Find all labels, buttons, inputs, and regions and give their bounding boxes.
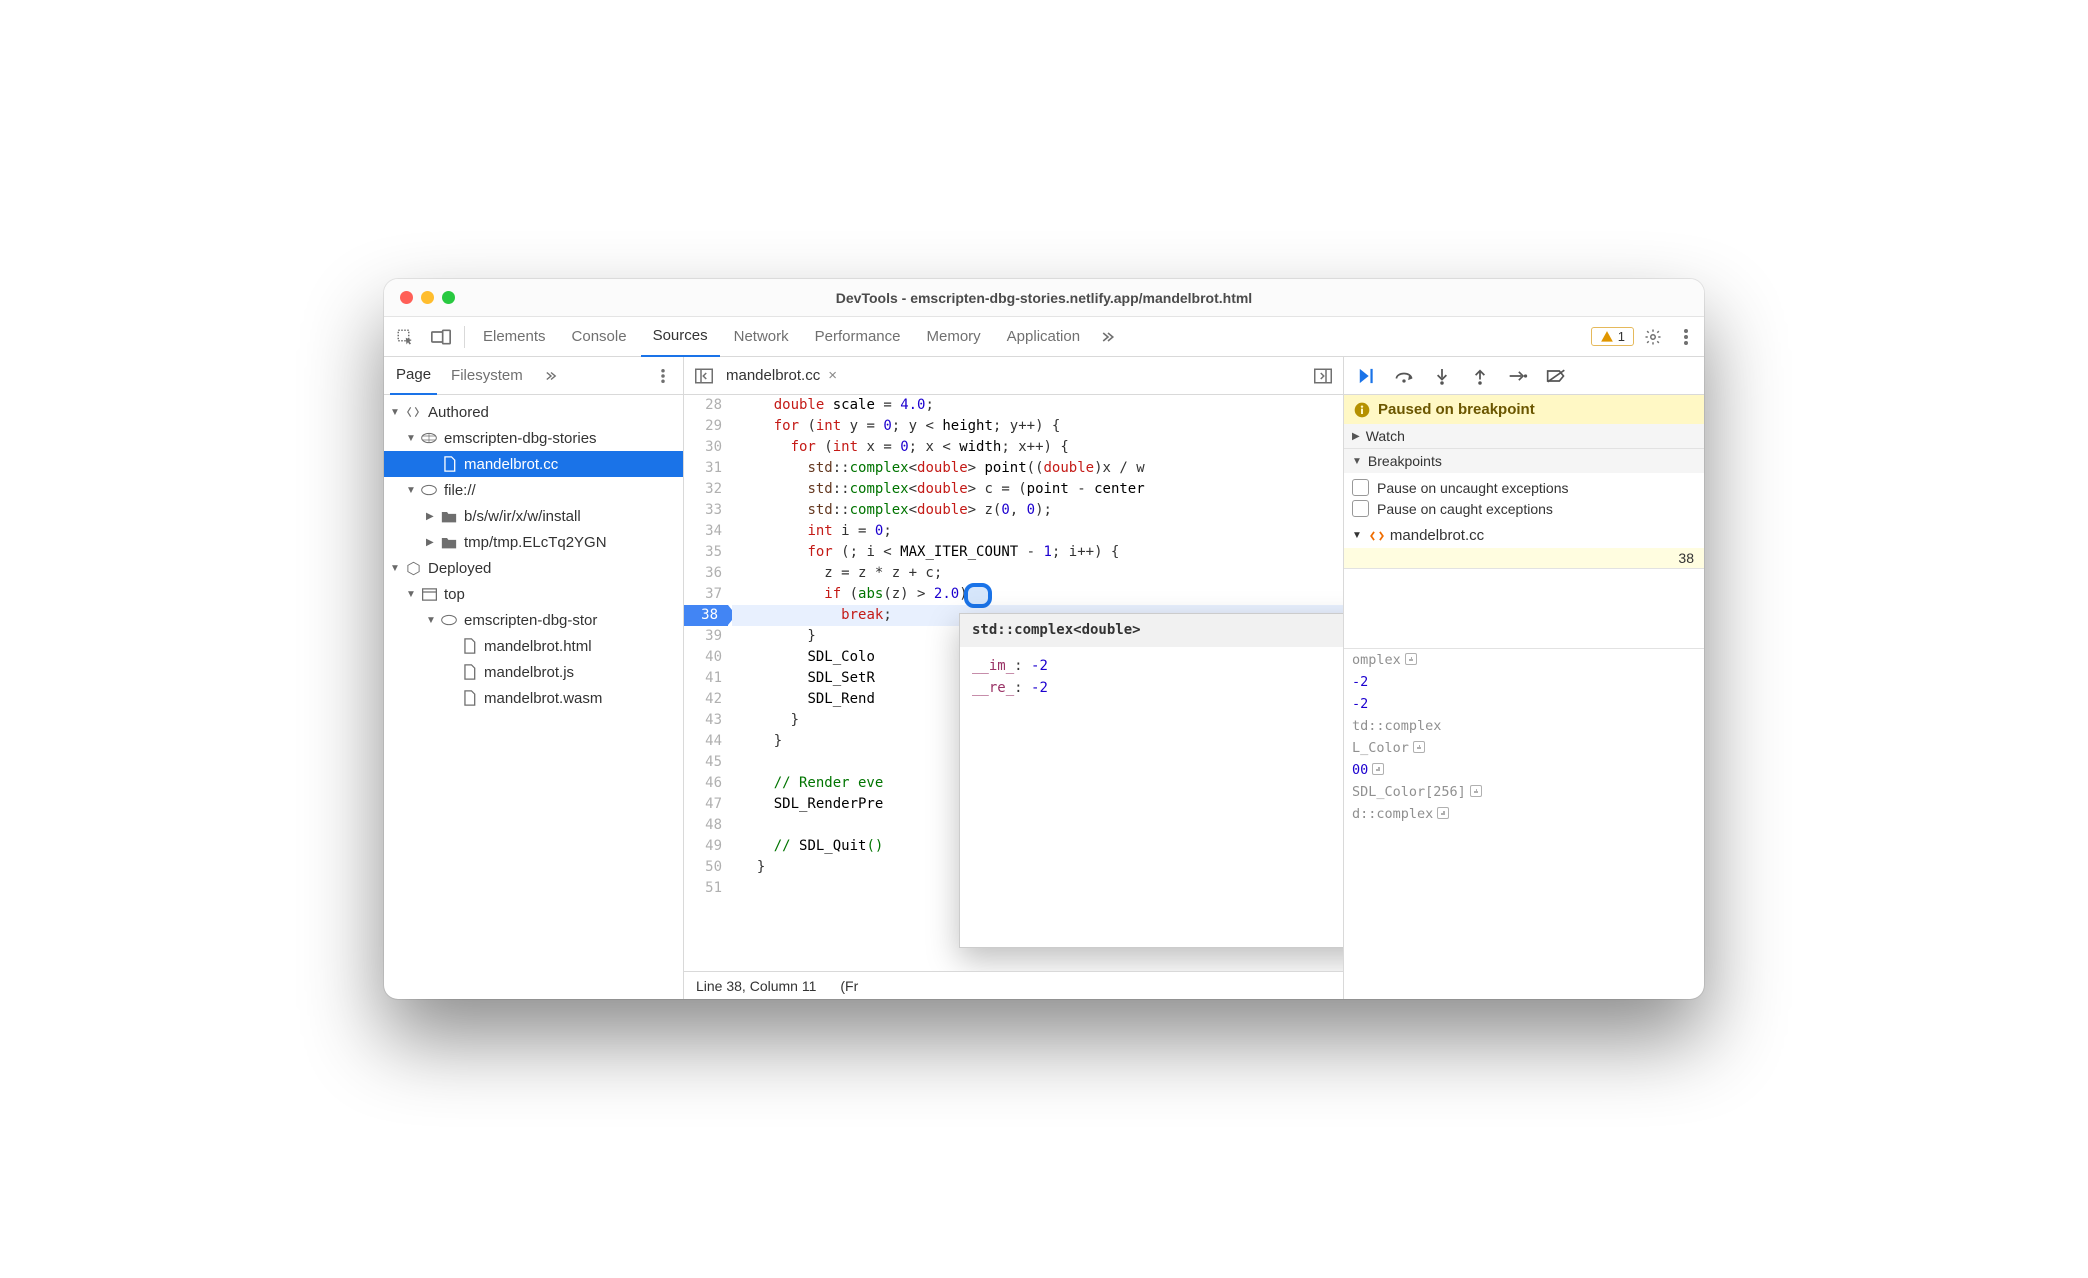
tab-elements[interactable]: Elements (471, 317, 558, 357)
nav-tab-filesystem[interactable]: Filesystem (445, 357, 529, 395)
tree-top[interactable]: ▼top (384, 581, 683, 607)
tab-console[interactable]: Console (560, 317, 639, 357)
close-tab-icon[interactable]: × (828, 367, 837, 384)
nav-kebab-icon[interactable] (649, 362, 677, 390)
tree-authored[interactable]: ▼Authored (384, 399, 683, 425)
toggle-nav-icon[interactable] (690, 362, 718, 390)
toggle-debugger-icon[interactable] (1309, 362, 1337, 390)
tree-domain[interactable]: ▼emscripten-dbg-stories (384, 425, 683, 451)
tree-file-proto[interactable]: ▼file:// (384, 477, 683, 503)
tree-deployed[interactable]: ▼Deployed (384, 555, 683, 581)
status-extra: (Fr (840, 978, 858, 994)
warning-count: 1 (1618, 329, 1625, 344)
debugger-panel: Paused on breakpoint ▶Watch ▼Breakpoints… (1344, 357, 1704, 999)
resume-icon[interactable] (1352, 362, 1380, 390)
paused-banner: Paused on breakpoint (1344, 395, 1704, 424)
nav-tab-page[interactable]: Page (390, 357, 437, 395)
deactivate-breakpoints-icon[interactable] (1542, 362, 1570, 390)
breakpoint-line[interactable]: 38 (1344, 548, 1704, 568)
main-tabbar: Elements Console Sources Network Perform… (384, 317, 1704, 357)
tree-leaf-html[interactable]: mandelbrot.html (384, 633, 683, 659)
file-tree[interactable]: ▼Authored ▼emscripten-dbg-stories mandel… (384, 395, 683, 999)
step-icon[interactable] (1504, 362, 1532, 390)
tree-file-mandelbrot-cc[interactable]: mandelbrot.cc (384, 451, 683, 477)
tree-folder-2[interactable]: ▶tmp/tmp.ELcTq2YGN (384, 529, 683, 555)
settings-icon[interactable] (1636, 322, 1670, 352)
tree-folder-1[interactable]: ▶b/s/w/ir/x/w/install (384, 503, 683, 529)
editor-tabbar: mandelbrot.cc × (684, 357, 1343, 395)
kebab-icon[interactable] (1672, 323, 1700, 351)
step-out-icon[interactable] (1466, 362, 1494, 390)
pause-uncaught-checkbox[interactable]: Pause on uncaught exceptions (1352, 477, 1696, 498)
main-area: Page Filesystem ▼Authored ▼emscripten-db… (384, 357, 1704, 999)
tree-leaf-js[interactable]: mandelbrot.js (384, 659, 683, 685)
tree-domain-2[interactable]: ▼emscripten-dbg-stor (384, 607, 683, 633)
device-toggle-icon[interactable] (424, 322, 458, 352)
nav-more-icon[interactable] (537, 362, 565, 390)
minimize-icon[interactable] (421, 291, 434, 304)
more-tabs-icon[interactable] (1094, 323, 1122, 351)
step-into-icon[interactable] (1428, 362, 1456, 390)
zoom-icon[interactable] (442, 291, 455, 304)
tab-sources[interactable]: Sources (641, 317, 720, 357)
tab-memory[interactable]: Memory (915, 317, 993, 357)
info-icon (1354, 402, 1370, 418)
breakpoint-file[interactable]: ▼mandelbrot.cc (1344, 523, 1704, 548)
cursor-position: Line 38, Column 11 (696, 978, 816, 994)
section-gap (1344, 569, 1704, 649)
navigator-tabs: Page Filesystem (384, 357, 683, 395)
pause-caught-checkbox[interactable]: Pause on caught exceptions (1352, 498, 1696, 519)
tab-performance[interactable]: Performance (803, 317, 913, 357)
editor-panel: mandelbrot.cc × 282930313233343536373839… (684, 357, 1344, 999)
close-icon[interactable] (400, 291, 413, 304)
tree-leaf-wasm[interactable]: mandelbrot.wasm (384, 685, 683, 711)
scope-variables[interactable]: omplex-2-2td::complexL_Color00SDL_Color[… (1344, 649, 1704, 825)
section-watch[interactable]: ▶Watch (1344, 424, 1704, 449)
code-area[interactable]: 2829303132333435363738394041424344454647… (684, 395, 1343, 971)
hover-title: std::complex<double> (960, 614, 1343, 647)
tab-application[interactable]: Application (995, 317, 1092, 357)
step-over-icon[interactable] (1390, 362, 1418, 390)
navigator-panel: Page Filesystem ▼Authored ▼emscripten-db… (384, 357, 684, 999)
warnings-badge[interactable]: 1 (1591, 327, 1634, 346)
titlebar: DevTools - emscripten-dbg-stories.netlif… (384, 279, 1704, 317)
editor-statusbar: Line 38, Column 11 (Fr (684, 971, 1343, 999)
hover-tooltip[interactable]: std::complex<double> __im_: -2 __re_: -2 (959, 613, 1343, 948)
line-gutter[interactable]: 2829303132333435363738394041424344454647… (684, 395, 732, 971)
devtools-window: DevTools - emscripten-dbg-stories.netlif… (384, 279, 1704, 999)
traffic-lights[interactable] (400, 291, 455, 304)
debugger-toolbar (1344, 357, 1704, 395)
inspect-icon[interactable] (388, 322, 422, 352)
tab-network[interactable]: Network (722, 317, 801, 357)
section-breakpoints: ▼Breakpoints Pause on uncaught exception… (1344, 449, 1704, 569)
window-title: DevTools - emscripten-dbg-stories.netlif… (836, 290, 1252, 306)
file-tab-mandelbrot-cc[interactable]: mandelbrot.cc × (718, 367, 845, 384)
